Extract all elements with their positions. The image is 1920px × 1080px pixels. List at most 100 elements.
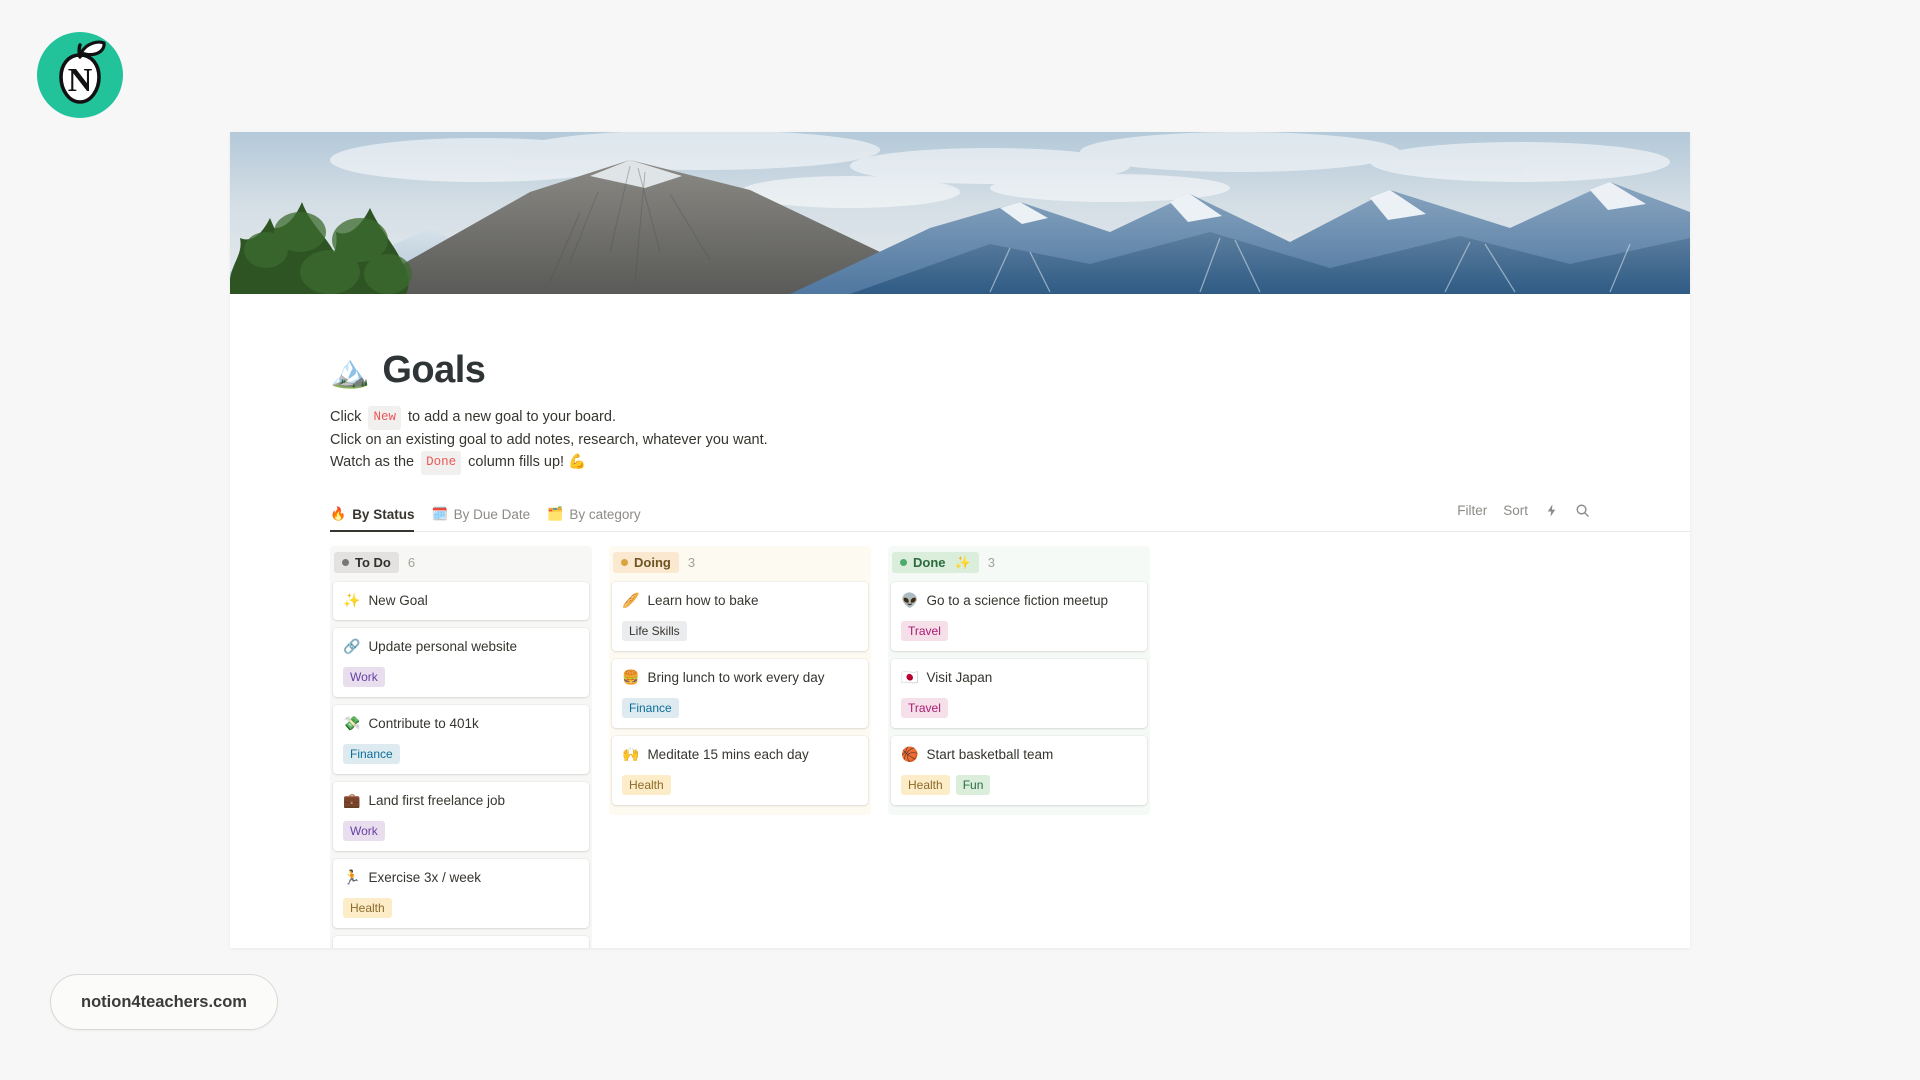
card-title-text: New Goal [368, 592, 428, 608]
card-title-text: Learn how to bake [647, 592, 759, 608]
board-card[interactable]: 💼 Land first freelance job Work [333, 781, 589, 851]
card-title: 🥖 Learn how to bake [622, 591, 858, 610]
description-text: Click on an existing goal to add notes, … [330, 431, 768, 448]
board-card[interactable]: 🏀 Start basketball team Health Fun [891, 735, 1147, 805]
page-emoji-icon: 🏔️ [330, 352, 370, 389]
column-header[interactable]: To Do 6 [330, 546, 592, 582]
column-count: 3 [687, 554, 696, 570]
status-dot-icon [621, 558, 628, 566]
card-title-text: Go to a science fiction meetup [926, 592, 1109, 608]
board-card[interactable]: 🇯🇵 Visit Japan Travel [891, 658, 1147, 728]
tab-emoji-icon: 🗓️ [431, 506, 448, 521]
card-tags: Work [343, 820, 579, 841]
card-title-text: Update personal website [368, 638, 518, 654]
description-text: column fills up! 💪 [464, 454, 587, 470]
inline-code-new: New [368, 406, 401, 430]
card-emoji-icon: 🙌 [622, 746, 640, 762]
card-title: 🔗 Update personal website [343, 637, 579, 656]
board-card[interactable]: 🙌 Meditate 15 mins each day Health [612, 735, 868, 805]
card-title: 💼 Land first freelance job [343, 791, 579, 810]
column-cards: 👽 Go to a science fiction meetup Travel 🇯🇵 V… [888, 581, 1150, 809]
card-title: 💸 Contribute to 401k [343, 714, 579, 733]
description-line: Click New to add a new goal to your boar… [330, 406, 1690, 430]
card-emoji-icon: 🔗 [343, 638, 361, 654]
card-tag: Health [901, 774, 950, 795]
card-title: 🏀 Start basketball team [901, 745, 1137, 764]
card-tags: Health Fun [901, 774, 1137, 795]
filter-button[interactable]: Filter [1457, 503, 1487, 518]
card-title: 🇫🇷 Learn French [343, 945, 579, 949]
card-tag: Health [622, 774, 671, 795]
column-label: Done [913, 554, 946, 570]
column-count: 3 [987, 554, 995, 570]
card-title-text: Learn French [368, 945, 448, 949]
brand-logo: N [37, 32, 123, 118]
tab-emoji-icon: 🗂️ [547, 506, 564, 521]
card-tags: Finance [343, 743, 579, 764]
page-title: 🏔️ Goals [330, 349, 1690, 392]
notion-page: 🏔️ Goals Click New to add a new goal to … [230, 132, 1690, 948]
apple-n-logo-icon: N [59, 40, 106, 104]
board-card[interactable]: 💸 Contribute to 401k Finance [333, 704, 589, 774]
tab-by-category[interactable]: 🗂️ By category [547, 506, 640, 532]
board-column-doing: Doing 3 🥖 Learn how to bake Life Skills 🍔 Brin… [609, 545, 871, 949]
column-count: 6 [407, 554, 416, 570]
tab-by-status[interactable]: 🔥 By Status [330, 506, 415, 532]
sort-button[interactable]: Sort [1503, 503, 1528, 518]
card-tag: Life Skills [622, 620, 687, 641]
page-title-text: Goals [382, 349, 486, 391]
tab-by-due-date[interactable]: 🗓️ By Due Date [431, 506, 530, 532]
column-header[interactable]: Done ✨ 3 [888, 546, 1150, 582]
inline-code-done: Done [421, 451, 462, 475]
page-description: Click New to add a new goal to your boar… [330, 406, 1690, 475]
board-card[interactable]: 🏃 Exercise 3x / week Health [333, 858, 589, 928]
description-text: Watch as the [330, 454, 419, 470]
site-url-badge[interactable]: notion4teachers.com [50, 974, 278, 1030]
card-emoji-icon: 💸 [343, 715, 361, 731]
card-tags: Travel [901, 620, 1137, 641]
board-card[interactable]: 🥖 Learn how to bake Life Skills [612, 581, 868, 651]
column-cards: 🥖 Learn how to bake Life Skills 🍔 Bring lunc… [609, 581, 871, 809]
board-card[interactable]: 🍔 Bring lunch to work every day Finance [612, 658, 868, 728]
view-actions: Filter Sort [1457, 503, 1590, 526]
column-status-pill: To Do [334, 551, 399, 573]
card-title: 👽 Go to a science fiction meetup [901, 591, 1137, 610]
card-emoji-icon: 🏀 [901, 746, 919, 762]
card-title: 🇯🇵 Visit Japan [901, 668, 1137, 687]
card-tags: Life Skills [622, 620, 858, 641]
column-header[interactable]: Doing 3 [609, 546, 871, 582]
description-line: Watch as the Done column fills up! 💪 [330, 451, 1690, 475]
column-status-pill: Doing [613, 551, 679, 573]
board-card[interactable]: 🔗 Update personal website Work [333, 627, 589, 697]
card-tag: Fun [955, 774, 991, 795]
card-emoji-icon: 🇯🇵 [901, 669, 919, 685]
board-card[interactable]: ✨ New Goal [333, 581, 589, 620]
description-text: Click [330, 409, 366, 425]
description-line: Click on an existing goal to add notes, … [330, 430, 1690, 452]
status-dot-icon [342, 558, 349, 566]
card-title-text: Start basketball team [926, 746, 1054, 762]
board-column-todo: To Do 6 ✨ New Goal 🔗 Update personal website W… [330, 545, 592, 949]
status-dot-icon [900, 558, 907, 566]
card-tags: Work [343, 666, 579, 687]
tab-emoji-icon: 🔥 [330, 506, 347, 521]
card-title: 🍔 Bring lunch to work every day [622, 668, 858, 687]
board-card[interactable]: 🇫🇷 Learn French [333, 935, 589, 949]
board-card[interactable]: 👽 Go to a science fiction meetup Travel [891, 581, 1147, 651]
search-icon[interactable] [1575, 503, 1590, 518]
card-tag: Travel [901, 620, 948, 641]
tab-label: By Due Date [453, 506, 531, 522]
board-column-done: Done ✨ 3 👽 Go to a science fiction meetup Tr… [888, 545, 1150, 949]
card-tag: Travel [901, 697, 948, 718]
card-title-text: Meditate 15 mins each day [647, 746, 809, 762]
card-title: ✨ New Goal [343, 591, 579, 610]
card-title-text: Contribute to 401k [368, 715, 479, 731]
card-emoji-icon: 👽 [901, 592, 919, 608]
card-tag: Work [343, 820, 385, 841]
lightning-icon[interactable] [1544, 503, 1559, 518]
card-emoji-icon: 🇫🇷 [343, 947, 360, 948]
view-tabs: 🔥 By Status 🗓️ By Due Date 🗂️ By category [330, 498, 641, 532]
column-label: Doing [634, 554, 671, 570]
column-status-pill: Done ✨ [892, 551, 979, 573]
description-text: to add a new goal to your board. [403, 409, 616, 425]
